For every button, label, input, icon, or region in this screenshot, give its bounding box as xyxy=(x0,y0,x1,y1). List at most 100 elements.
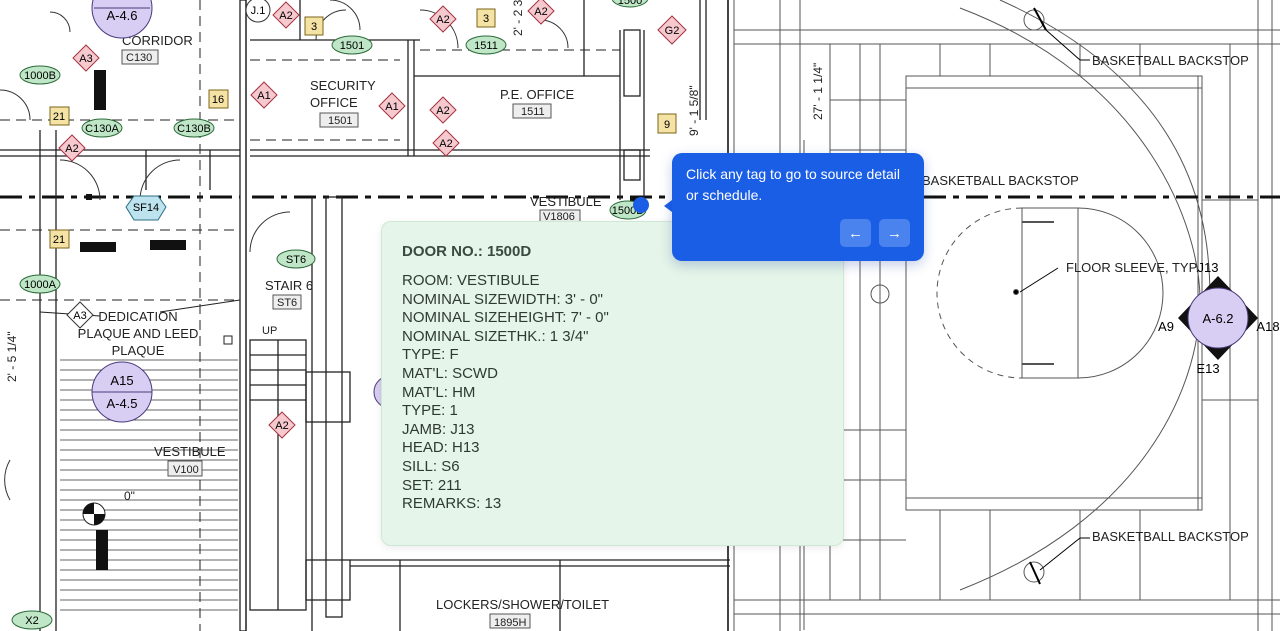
svg-text:ST6: ST6 xyxy=(286,254,306,266)
door-tag-1511[interactable]: 1511 xyxy=(465,35,507,55)
dim-2: 9' - 1 5/8" xyxy=(687,85,701,136)
tour-tooltip: Click any tag to go to source detail or … xyxy=(672,153,924,261)
label-stair-num: ST6 xyxy=(277,297,297,309)
label-pe-office-num: 1511 xyxy=(521,106,545,118)
svg-text:1000A: 1000A xyxy=(24,279,56,291)
popup-field-sill: SILL: S6 xyxy=(402,457,460,475)
tour-text: Click any tag to go to source detail or … xyxy=(686,166,901,203)
svg-text:E13: E13 xyxy=(1196,361,1219,376)
label-vestibule-bottom-num: V100 xyxy=(173,464,199,476)
svg-text:1500: 1500 xyxy=(618,0,642,7)
svg-text:J13: J13 xyxy=(1198,260,1219,275)
tour-prev-button[interactable]: ← xyxy=(840,219,871,247)
popup-field-thickness: NOMINAL SIZETHK.: 1 3/4" xyxy=(402,327,589,345)
svg-text:A1: A1 xyxy=(257,90,270,102)
svg-text:21: 21 xyxy=(53,234,65,246)
popup-field-type: TYPE: F xyxy=(402,346,459,364)
svg-text:A18: A18 xyxy=(1256,319,1279,334)
svg-text:A3: A3 xyxy=(73,310,86,322)
num-tag-3[interactable]: 3 xyxy=(476,8,496,28)
door-tag-st6[interactable]: ST6 xyxy=(276,249,316,269)
label-vestibule-bottom: VESTIBULE xyxy=(154,444,226,459)
label-stair: STAIR 6 xyxy=(265,278,313,293)
callout-floor-sleeve: FLOOR SLEEVE, TYP. xyxy=(1066,260,1199,275)
door-tag-c130a[interactable]: C130A xyxy=(81,118,123,138)
callout-backstop-mid: BASKETBALL BACKSTOP xyxy=(922,173,1079,188)
hex-tag-sf14[interactable]: SF14 xyxy=(125,195,167,221)
label-security-office-num: 1501 xyxy=(328,115,352,127)
floor-plan-viewer[interactable]: CORRIDOR C130 SECURITY OFFICE 1501 P.E. O… xyxy=(0,0,1280,631)
door-tag-c130b[interactable]: C130B xyxy=(173,118,215,138)
tour-pointer xyxy=(664,200,672,212)
svg-text:9: 9 xyxy=(664,119,670,131)
svg-text:A-4.5: A-4.5 xyxy=(106,396,137,411)
svg-text:J.1: J.1 xyxy=(251,5,266,17)
popup-field-set: SET: 211 xyxy=(402,476,462,494)
label-vestibule-top: VESTIBULE xyxy=(530,194,602,209)
svg-text:A-4.6: A-4.6 xyxy=(106,8,137,23)
callout-backstop-top: BASKETBALL BACKSTOP xyxy=(1092,53,1249,68)
svg-text:16: 16 xyxy=(212,94,224,106)
popup-field-list: ROOM: VESTIBULE NOMINAL SIZEWIDTH: 3' - … xyxy=(402,272,823,514)
svg-text:3: 3 xyxy=(311,21,317,33)
label-lockers-num: 1895H xyxy=(494,617,526,629)
popup-field-width: NOMINAL SIZEWIDTH: 3' - 0" xyxy=(402,290,603,308)
dim-4: 2' - 2 3 xyxy=(511,0,525,36)
svg-text:A2: A2 xyxy=(436,14,449,26)
tour-hotspot[interactable] xyxy=(633,197,649,213)
door-tag-x2[interactable]: X2 xyxy=(11,610,53,630)
svg-text:A2: A2 xyxy=(65,143,78,155)
svg-text:1511: 1511 xyxy=(474,40,498,52)
svg-text:X2: X2 xyxy=(25,615,38,627)
door-tag-1501[interactable]: 1501 xyxy=(331,35,373,55)
num-tag-21[interactable]: 21 xyxy=(49,106,70,126)
detail-tag-j1[interactable]: J.1 xyxy=(245,0,271,23)
label-up: UP xyxy=(262,325,277,337)
tour-nav: ← → xyxy=(840,219,910,247)
tour-next-button[interactable]: → xyxy=(879,219,910,247)
svg-text:A-6.2: A-6.2 xyxy=(1202,311,1233,326)
svg-text:A2: A2 xyxy=(275,420,288,432)
popup-field-jamb: JAMB: J13 xyxy=(402,420,475,438)
num-tag-3[interactable]: 3 xyxy=(304,16,324,36)
svg-text:1000B: 1000B xyxy=(24,70,56,82)
label-lockers: LOCKERS/SHOWER/TOILET xyxy=(436,597,609,612)
popup-field-material: MAT'L: HM xyxy=(402,383,476,401)
door-tag-1000b[interactable]: 1000B xyxy=(19,65,61,85)
svg-text:A1: A1 xyxy=(385,101,398,113)
elev-tag-a15[interactable]: A15 A-4.5 xyxy=(91,361,153,423)
popup-field-room: ROOM: VESTIBULE xyxy=(402,272,540,289)
door-detail-popup: DOOR NO.: 1500D ROOM: VESTIBULE NOMINAL … xyxy=(381,221,844,546)
popup-field-type: TYPE: 1 xyxy=(402,402,458,420)
num-tag-16[interactable]: 16 xyxy=(208,89,229,109)
popup-field-height: NOMINAL SIZEHEIGHT: 7' - 0" xyxy=(402,309,609,327)
arrow-left-icon: ← xyxy=(848,224,863,242)
door-tag-1000a[interactable]: 1000A xyxy=(19,274,61,294)
arrow-right-icon: → xyxy=(887,224,902,242)
num-tag-21[interactable]: 21 xyxy=(49,229,70,249)
svg-text:SF14: SF14 xyxy=(133,202,159,214)
num-tag-9[interactable]: 9 xyxy=(657,113,677,134)
dim-3: 2' - 5 1/4" xyxy=(5,331,19,382)
svg-text:1501: 1501 xyxy=(340,40,364,52)
svg-text:A2: A2 xyxy=(279,10,292,22)
svg-text:A9: A9 xyxy=(1158,319,1174,334)
svg-text:A2: A2 xyxy=(439,138,452,150)
popup-field-material: MAT'L: SCWD xyxy=(402,364,498,382)
callout-backstop-bottom: BASKETBALL BACKSTOP xyxy=(1092,529,1249,544)
label-corridor-num: C130 xyxy=(126,52,152,64)
svg-text:3: 3 xyxy=(483,13,489,25)
svg-text:C130A: C130A xyxy=(85,123,119,135)
popup-field-remarks: REMARKS: 13 xyxy=(402,495,502,513)
svg-text:A3: A3 xyxy=(79,53,92,65)
svg-text:21: 21 xyxy=(53,111,65,123)
svg-text:C130B: C130B xyxy=(177,123,211,135)
popup-field-head: HEAD: H13 xyxy=(402,439,480,457)
svg-text:A15: A15 xyxy=(110,373,133,388)
label-pe-office: P.E. OFFICE xyxy=(500,87,574,102)
svg-text:A2: A2 xyxy=(436,105,449,117)
svg-text:A2: A2 xyxy=(534,6,547,18)
dim-1: 27' - 1 1/4" xyxy=(811,63,825,120)
svg-text:G2: G2 xyxy=(665,25,680,37)
dim-5: 0" xyxy=(124,489,135,503)
